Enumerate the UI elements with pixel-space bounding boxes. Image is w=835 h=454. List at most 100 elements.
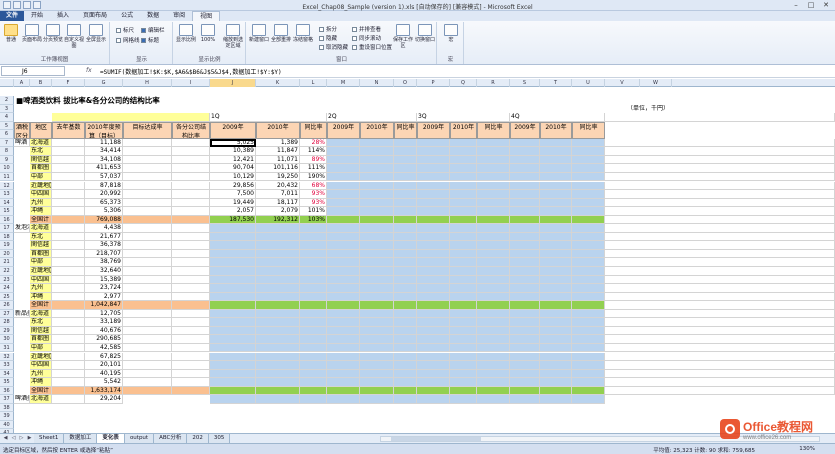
q-cell-happoshu-5-6[interactable] [210, 267, 256, 276]
row-header-8[interactable]: 8 [0, 147, 14, 156]
row-header-32[interactable]: 32 [0, 352, 14, 362]
q-cell-happoshu-6-13[interactable] [450, 275, 477, 285]
region-newgenre-7[interactable]: 九州 [30, 369, 52, 379]
q-cell-newgenre-0-14[interactable] [477, 309, 510, 319]
q-cell-newgenre-4-16[interactable] [540, 343, 572, 353]
header-last-year[interactable]: 去年基数 [52, 121, 85, 139]
achieve-beer-7[interactable] [123, 198, 172, 208]
q-cell-beer-1-7[interactable]: 11,847 [256, 147, 300, 156]
q-cell-happoshu-1-11[interactable] [394, 232, 417, 242]
q-cell-happoshu-6-16[interactable] [540, 275, 572, 285]
budget-happoshu-0[interactable]: 4,438 [85, 224, 123, 233]
q-cell-newgenre-2-10[interactable] [360, 326, 394, 336]
q-cell-happoshu-0-9[interactable] [327, 224, 360, 233]
empty-beer-5[interactable] [605, 181, 835, 191]
q-cell-happoshu-9-6[interactable] [210, 301, 256, 310]
q-cell-beer-0-9[interactable] [327, 138, 360, 148]
q-cell-beer-4-11[interactable] [394, 172, 417, 182]
q-cell-beer-9-12[interactable] [417, 215, 450, 225]
column-header-l[interactable]: L [300, 79, 327, 87]
q-cell-total-17[interactable] [572, 395, 605, 404]
tab-file[interactable]: 文件 [0, 11, 25, 21]
q-cell-newgenre-0-9[interactable] [327, 309, 360, 319]
share-newgenre-0[interactable] [172, 309, 210, 319]
region-newgenre-4[interactable]: 中部 [30, 343, 52, 353]
share-happoshu-4[interactable] [172, 258, 210, 267]
q-cell-happoshu-7-12[interactable] [417, 284, 450, 293]
region-happoshu-0[interactable]: 北海道 [30, 224, 52, 233]
q-cell-newgenre-4-7[interactable] [256, 343, 300, 353]
q-cell-newgenre-6-16[interactable] [540, 361, 572, 370]
q-cell-newgenre-0-12[interactable] [417, 309, 450, 319]
q-cell-newgenre-5-13[interactable] [450, 352, 477, 362]
achieve-beer-5[interactable] [123, 181, 172, 191]
header-ratio-4[interactable]: 同比率 [572, 121, 605, 139]
q-cell-newgenre-1-17[interactable] [572, 318, 605, 327]
q-cell-newgenre-7-12[interactable] [417, 369, 450, 379]
last-year-beer-0[interactable] [52, 138, 85, 148]
q-cell-beer-6-10[interactable] [360, 190, 394, 199]
q-cell-happoshu-2-10[interactable] [360, 241, 394, 250]
q-cell-beer-4-13[interactable] [450, 172, 477, 182]
q-cell-total-13[interactable] [450, 395, 477, 404]
last-year-happoshu-6[interactable] [52, 275, 85, 285]
q-cell-newgenre-8-13[interactable] [450, 378, 477, 387]
q-cell-happoshu-3-10[interactable] [360, 249, 394, 259]
region-newgenre-3[interactable]: 首都圏 [30, 335, 52, 344]
empty-happoshu-4[interactable] [605, 258, 835, 267]
q-cell-happoshu-8-17[interactable] [572, 292, 605, 302]
q-cell-happoshu-4-16[interactable] [540, 258, 572, 267]
q-cell-newgenre-1-15[interactable] [510, 318, 540, 327]
q-cell-newgenre-8-14[interactable] [477, 378, 510, 387]
q-cell-newgenre-5-12[interactable] [417, 352, 450, 362]
budget-beer-2[interactable]: 34,108 [85, 155, 123, 165]
q-cell-happoshu-1-9[interactable] [327, 232, 360, 242]
page-layout-button[interactable]: 页面布局 [22, 24, 42, 52]
q-cell-happoshu-4-8[interactable] [300, 258, 327, 267]
q-cell-beer-2-9[interactable] [327, 155, 360, 165]
row-header-37[interactable]: 37 [0, 395, 14, 404]
row-header-11[interactable]: 11 [0, 172, 14, 182]
column-header-n[interactable]: N [360, 79, 394, 87]
share-happoshu-3[interactable] [172, 249, 210, 259]
q-cell-beer-6-14[interactable] [477, 190, 510, 199]
share-beer-5[interactable] [172, 181, 210, 191]
q-cell-happoshu-9-11[interactable] [394, 301, 417, 310]
q-cell-beer-3-7[interactable]: 101,116 [256, 164, 300, 173]
row-header-31[interactable]: 31 [0, 343, 14, 353]
q-cell-happoshu-7-10[interactable] [360, 284, 394, 293]
column-header-s[interactable]: S [510, 79, 540, 87]
q-cell-beer-8-7[interactable]: 2,079 [256, 207, 300, 216]
achieve-newgenre-3[interactable] [123, 335, 172, 344]
last-year-happoshu-2[interactable] [52, 241, 85, 250]
region-newgenre-5[interactable]: 近畿地区 [30, 352, 52, 362]
region-beer-0[interactable]: 北海道 [30, 138, 52, 148]
q-cell-happoshu-4-14[interactable] [477, 258, 510, 267]
q-cell-newgenre-1-12[interactable] [417, 318, 450, 327]
q-cell-newgenre-9-11[interactable] [394, 386, 417, 396]
q-cell-beer-7-10[interactable] [360, 198, 394, 208]
row-header-14[interactable]: 14 [0, 198, 14, 208]
q-cell-happoshu-1-7[interactable] [256, 232, 300, 242]
row-header-28[interactable]: 28 [0, 318, 14, 327]
q-cell-beer-1-8[interactable]: 114% [300, 147, 327, 156]
budget-happoshu-1[interactable]: 21,677 [85, 232, 123, 242]
region-happoshu-2[interactable]: 関信越 [30, 241, 52, 250]
q-cell-happoshu-9-17[interactable] [572, 301, 605, 310]
last-year-beer-9[interactable] [52, 215, 85, 225]
fx-icon[interactable]: fx [86, 67, 92, 74]
q-cell-happoshu-7-6[interactable] [210, 284, 256, 293]
empty-beer-8[interactable] [605, 207, 835, 216]
q-cell-newgenre-2-9[interactable] [327, 326, 360, 336]
q-cell-beer-7-12[interactable] [417, 198, 450, 208]
q-cell-newgenre-9-9[interactable] [327, 386, 360, 396]
empty-happoshu-6[interactable] [605, 275, 835, 285]
q-cell-happoshu-2-16[interactable] [540, 241, 572, 250]
q-cell-happoshu-7-11[interactable] [394, 284, 417, 293]
q-cell-beer-4-16[interactable] [540, 172, 572, 182]
q-cell-beer-3-10[interactable] [360, 164, 394, 173]
q-cell-newgenre-2-13[interactable] [450, 326, 477, 336]
q-cell-happoshu-9-9[interactable] [327, 301, 360, 310]
q-cell-beer-8-12[interactable] [417, 207, 450, 216]
q-cell-beer-3-8[interactable]: 111% [300, 164, 327, 173]
